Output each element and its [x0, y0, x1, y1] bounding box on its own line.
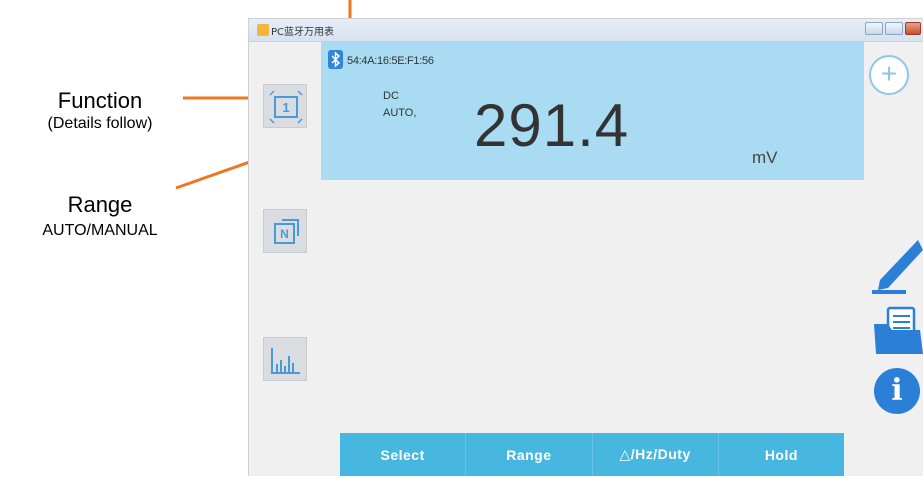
add-button[interactable]: + [869, 55, 909, 95]
n-mode-icon: N [274, 219, 299, 244]
chart-mode-button[interactable] [263, 337, 307, 381]
range-mode-label: AUTO, [383, 107, 417, 119]
function-annotation-title: Function [57, 88, 143, 113]
title-bar: PC蓝牙万用表 [249, 19, 923, 42]
range-annotation-title: Range [67, 192, 133, 217]
single-mode-button[interactable]: 1 [263, 84, 307, 128]
single-mode-icon: 1 [269, 90, 303, 124]
function-label: DC [383, 90, 399, 102]
select-button[interactable]: Select [340, 433, 465, 476]
app-window: PC蓝牙万用表 1 N 54:4A:16:5E:F1:56 [248, 18, 923, 476]
measurement-reading: 291.4 [474, 92, 630, 159]
range-annotation-sub: AUTO/MANUAL [42, 222, 158, 239]
function-annotation-sub: (Details follow) [47, 115, 153, 132]
window-controls [865, 22, 921, 36]
bluetooth-icon [328, 50, 343, 69]
folder-icon[interactable] [870, 306, 923, 356]
hold-button[interactable]: Hold [717, 433, 844, 476]
chart-icon [271, 348, 300, 374]
device-mac-address: 54:4A:16:5E:F1:56 [347, 55, 434, 67]
app-icon [257, 24, 269, 36]
hz-duty-button[interactable]: △/Hz/Duty [591, 433, 718, 476]
measurement-unit: mV [752, 148, 778, 167]
control-button-bar: Select Range △/Hz/Duty Hold [340, 433, 844, 476]
info-icon[interactable]: i [874, 368, 920, 414]
range-button[interactable]: Range [465, 433, 591, 476]
svg-text:N: N [280, 227, 289, 241]
window-title: PC蓝牙万用表 [271, 27, 335, 38]
maximize-button[interactable] [885, 22, 903, 35]
minimize-button[interactable] [865, 22, 883, 35]
n-mode-button[interactable]: N [263, 209, 307, 253]
close-button[interactable] [905, 22, 921, 35]
svg-text:1: 1 [282, 100, 289, 115]
pen-icon[interactable] [868, 238, 923, 296]
